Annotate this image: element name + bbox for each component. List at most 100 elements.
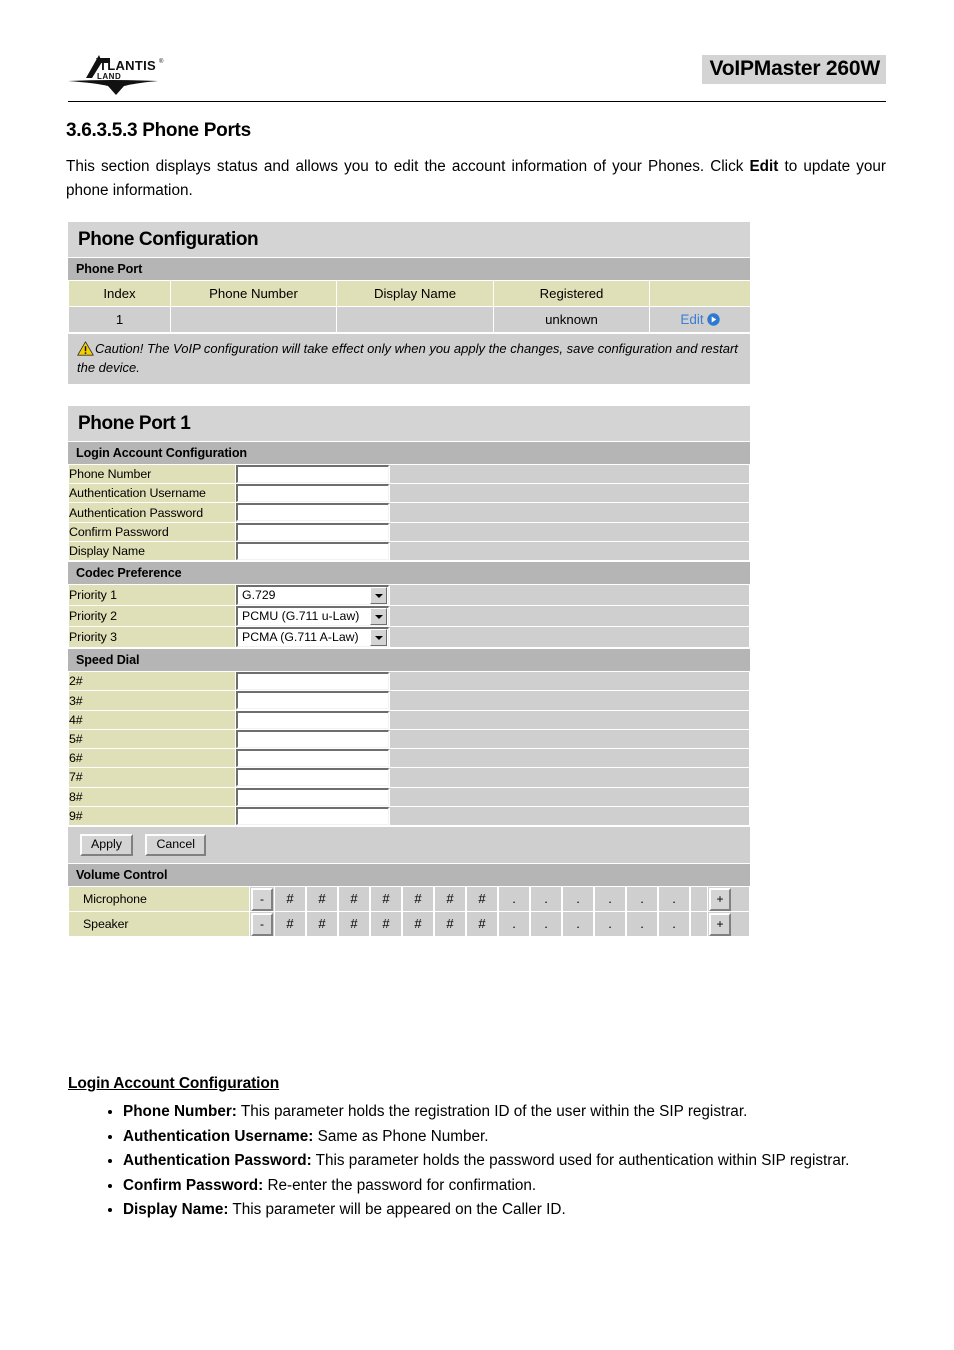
speaker-level-segment[interactable]: # [466, 912, 498, 937]
cell-phone-number [170, 306, 337, 333]
label-phone-number: Phone Number [68, 463, 236, 485]
product-model-title: VoIPMaster 260W [702, 55, 886, 84]
microphone-level-segment[interactable]: # [338, 887, 370, 912]
speed-dial-7-input[interactable] [236, 768, 389, 787]
cell-display-name [336, 306, 494, 333]
microphone-empty-segment[interactable]: . [594, 887, 626, 912]
field-cell-phone-number [235, 463, 750, 485]
column-header-registered: Registered [493, 280, 650, 307]
label-speed-dial-6: 6# [68, 748, 236, 769]
speaker-increase-button[interactable]: + [709, 912, 731, 936]
speaker-level-segment[interactable]: # [370, 912, 402, 937]
form-row-priority-1: Priority 1 G.729 [68, 584, 750, 607]
chevron-down-icon[interactable] [370, 629, 387, 647]
list-item: Authentication Password: This parameter … [123, 1149, 913, 1174]
speaker-empty-segment[interactable]: . [594, 912, 626, 937]
edit-link[interactable]: Edit [680, 312, 720, 327]
document-page: TLANTIS ® LAND VoIPMaster 260W 3.6.3.5.3… [0, 0, 954, 1350]
form-row-speed-dial-3: 3# [68, 690, 750, 711]
field-cell-speed-dial-4 [235, 709, 750, 730]
caution-text: Caution! The VoIP configuration will tak… [77, 341, 738, 375]
warning-triangle-icon [77, 341, 94, 356]
svg-text:®: ® [159, 58, 164, 65]
header-divider [68, 101, 886, 102]
field-cell-speed-dial-5 [235, 728, 750, 750]
speed-dial-8-input[interactable] [236, 787, 389, 806]
page-header: TLANTIS ® LAND VoIPMaster 260W [0, 0, 954, 108]
label-speaker: Speaker [68, 911, 250, 938]
field-cell-speed-dial-7 [235, 767, 750, 788]
cell-registered: unknown [493, 306, 650, 333]
speaker-empty-segment[interactable]: . [498, 912, 530, 937]
phone-number-input[interactable] [236, 465, 389, 483]
cell-action[interactable]: Edit [649, 306, 751, 333]
edit-link-label: Edit [680, 312, 704, 327]
priority-2-select[interactable]: PCMU (G.711 u-Law) [236, 606, 389, 627]
list-item: Confirm Password: Re-enter the password … [123, 1174, 913, 1199]
field-cell-auth-password [235, 502, 750, 523]
atlantis-land-logo: TLANTIS ® LAND [66, 50, 178, 98]
microphone-empty-segment[interactable]: . [626, 887, 658, 912]
microphone-empty-segment[interactable]: . [562, 887, 594, 912]
intro-text-1: This section displays status and allows … [66, 158, 750, 175]
login-account-fields-table: Phone Number Authentication Username Aut… [68, 463, 750, 562]
field-cell-priority-2: PCMU (G.711 u-Law) [235, 605, 750, 628]
speed-dial-5-input[interactable] [236, 729, 389, 748]
microphone-empty-segment[interactable]: . [658, 887, 690, 912]
cancel-button[interactable]: Cancel [145, 834, 207, 857]
list-item-term: Confirm Password: [123, 1176, 264, 1194]
label-display-name: Display Name [68, 540, 236, 562]
apply-button[interactable]: Apply [80, 834, 133, 857]
speaker-decrease-button[interactable]: - [251, 912, 273, 936]
phone-configuration-panel: Phone Configuration Phone Port Index Pho… [68, 222, 751, 384]
priority-3-value: PCMA (G.711 A-Law) [242, 630, 359, 645]
speaker-empty-segment[interactable]: . [626, 912, 658, 937]
list-item-term: Authentication Username: [123, 1127, 314, 1145]
microphone-level-segment[interactable]: # [402, 887, 434, 912]
speed-dial-3-input[interactable] [236, 691, 389, 710]
form-row-confirm-password: Confirm Password [68, 521, 750, 542]
authentication-password-input[interactable] [236, 503, 389, 522]
microphone-level-segment[interactable]: # [434, 887, 466, 912]
confirm-password-input[interactable] [236, 522, 389, 541]
display-name-input[interactable] [236, 541, 389, 560]
volume-row-speaker: Speaker - # # # # # # # . . . . . . + [68, 911, 750, 938]
microphone-empty-segment[interactable]: . [498, 887, 530, 912]
speaker-empty-segment[interactable]: . [562, 912, 594, 937]
priority-1-select[interactable]: G.729 [236, 585, 389, 606]
list-item: Phone Number: This parameter holds the r… [123, 1100, 913, 1125]
speed-dial-4-input[interactable] [236, 710, 389, 729]
speaker-level-segment[interactable]: # [434, 912, 466, 937]
microphone-level-segment[interactable]: # [274, 887, 306, 912]
label-confirm-password: Confirm Password [68, 521, 236, 542]
chevron-down-icon[interactable] [370, 587, 387, 605]
speaker-level-segment[interactable]: # [306, 912, 338, 937]
authentication-username-input[interactable] [236, 484, 389, 503]
speed-dial-6-input[interactable] [236, 749, 389, 768]
label-priority-1: Priority 1 [68, 584, 236, 607]
codec-preference-section-bar: Codec Preference [68, 561, 750, 585]
priority-3-select[interactable]: PCMA (G.711 A-Law) [236, 627, 389, 648]
microphone-level-segment[interactable]: # [370, 887, 402, 912]
column-header-index: Index [68, 280, 171, 307]
speed-dial-section-bar: Speed Dial [68, 648, 750, 672]
label-authentication-username: Authentication Username [68, 483, 236, 504]
speaker-empty-segment[interactable]: . [530, 912, 562, 937]
speaker-level-segment[interactable]: # [274, 912, 306, 937]
form-row-speed-dial-9: 9# [68, 805, 750, 827]
microphone-empty-segment[interactable]: . [530, 887, 562, 912]
speaker-level-segment[interactable]: # [338, 912, 370, 937]
microphone-increase-button[interactable]: + [709, 887, 731, 911]
speaker-level-segment[interactable]: # [402, 912, 434, 937]
list-item-text: Same as Phone Number. [313, 1127, 489, 1145]
page-title: 3.6.3.5.3 Phone Ports [66, 120, 251, 141]
label-speed-dial-3: 3# [68, 690, 236, 711]
intro-paragraph: This section displays status and allows … [66, 155, 886, 203]
speed-dial-2-input[interactable] [236, 672, 389, 691]
microphone-level-segment[interactable]: # [306, 887, 338, 912]
speaker-empty-segment[interactable]: . [658, 912, 690, 937]
chevron-down-icon[interactable] [370, 608, 387, 626]
microphone-decrease-button[interactable]: - [251, 887, 273, 911]
speed-dial-9-input[interactable] [236, 806, 389, 825]
microphone-level-segment[interactable]: # [466, 887, 498, 912]
